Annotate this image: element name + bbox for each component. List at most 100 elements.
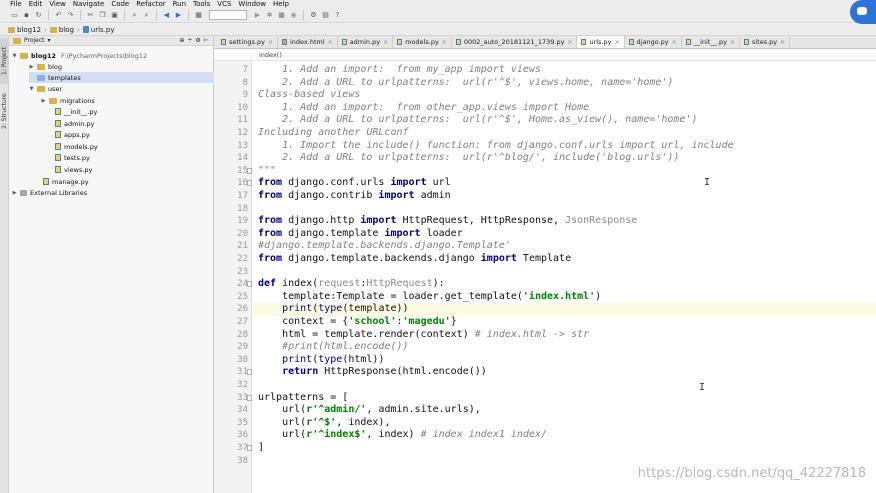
chevron-right-icon[interactable]: ▶ xyxy=(12,190,17,196)
code-line[interactable]: 11 2. Add a URL to urlpatterns: url(r'^$… xyxy=(237,114,876,127)
code-line[interactable]: 22 from django.template.backends.django i… xyxy=(237,253,876,266)
fold-marker-icon[interactable] xyxy=(247,167,252,174)
code-line[interactable]: 18 xyxy=(237,203,876,216)
sync-icon[interactable]: ↻ xyxy=(34,11,43,20)
close-icon[interactable]: × xyxy=(268,39,273,46)
code-line[interactable]: 7 1. Add an import: from my_app import v… xyxy=(243,64,876,77)
code-line[interactable]: 17 from django.contrib import admin xyxy=(237,190,876,203)
stop-icon[interactable]: ■ xyxy=(277,11,286,20)
tree-item-migrations[interactable]: ▶ migrations xyxy=(41,95,95,106)
close-icon[interactable]: × xyxy=(614,39,619,46)
fold-marker-icon[interactable] xyxy=(247,281,252,288)
fold-marker-icon[interactable] xyxy=(247,394,252,401)
tree-item-apps[interactable]: apps.py xyxy=(55,129,90,140)
code-line[interactable]: 28 html = template.render(context) # ind… xyxy=(237,329,876,342)
menu-navigate[interactable]: Navigate xyxy=(73,0,104,8)
tree-item-blog[interactable]: ▶ blog xyxy=(29,61,62,72)
close-icon[interactable]: × xyxy=(730,39,735,46)
chevron-down-icon[interactable]: ▼ xyxy=(29,86,34,92)
project-tool-tab[interactable]: 1: Project xyxy=(0,38,9,84)
tree-item-models[interactable]: models.py xyxy=(55,141,98,152)
back-icon[interactable]: ◀ xyxy=(162,11,171,20)
cut-icon[interactable]: ✂ xyxy=(86,11,95,20)
tab-sites[interactable]: sites.py × xyxy=(740,36,791,48)
chevron-down-icon[interactable]: ▾ xyxy=(48,37,51,44)
editor-breadcrumb[interactable]: index() xyxy=(214,49,876,61)
close-icon[interactable]: × xyxy=(328,39,333,46)
run-configuration-select[interactable] xyxy=(209,10,247,20)
code-line[interactable]: 10 1. Add an import: from other_app.view… xyxy=(237,102,876,115)
menu-edit[interactable]: Edit xyxy=(29,0,43,8)
code-line[interactable]: 14 2. Add a URL to urlpatterns: url(r'^b… xyxy=(237,152,876,165)
close-icon[interactable]: × xyxy=(567,39,572,46)
code-line[interactable]: 9 Class-based views xyxy=(243,89,876,102)
tab-models[interactable]: models.py × xyxy=(393,36,452,48)
tree-item-tests[interactable]: tests.py xyxy=(55,152,90,163)
paste-icon[interactable]: ▣ xyxy=(110,11,119,20)
collapse-icon[interactable]: ÷ xyxy=(187,37,192,44)
breadcrumb-folder[interactable]: blog xyxy=(49,26,74,34)
code-line[interactable]: 34 url(r'^admin/', admin.site.urls), xyxy=(237,404,876,417)
tab-migration[interactable]: 0002_auto_20181121_1739.py × xyxy=(452,36,578,48)
run-icon[interactable]: ▶ xyxy=(253,11,262,20)
fold-marker-icon[interactable] xyxy=(247,445,252,451)
find-icon[interactable]: ⌕ xyxy=(130,11,139,20)
structure-icon[interactable]: ▤ xyxy=(321,11,330,20)
close-icon[interactable]: × xyxy=(383,39,388,46)
menu-window[interactable]: Window xyxy=(238,0,266,8)
code-line[interactable]: 30 print(type(html)) xyxy=(237,354,876,367)
tab-settings[interactable]: settings.py × xyxy=(217,36,278,48)
code-area[interactable]: 7 1. Add an import: from my_app import v… xyxy=(237,61,876,493)
tree-item-external-libraries[interactable]: ▶ External Libraries xyxy=(12,187,88,198)
tab-urls[interactable]: urls.py × xyxy=(577,36,625,48)
code-line[interactable]: 32 xyxy=(237,379,876,392)
code-line[interactable]: 23 xyxy=(237,266,876,279)
code-line[interactable]: 13 1. Import the include() function: fro… xyxy=(237,140,876,153)
breadcrumb-project[interactable]: blog12 xyxy=(8,26,41,34)
code-line[interactable]: 8 2. Add a URL to urlpatterns: url(r'^$'… xyxy=(243,77,876,90)
tree-item-admin[interactable]: admin.py xyxy=(55,118,94,129)
tree-root[interactable]: ▼ blog12 F:\PycharmProjects\blog12 xyxy=(12,50,148,61)
tab-django[interactable]: django.py × xyxy=(625,36,682,48)
menu-view[interactable]: View xyxy=(49,0,66,8)
structure-tool-tab[interactable]: 2: Structure xyxy=(0,88,9,134)
chevron-down-icon[interactable]: ▼ xyxy=(12,53,17,59)
close-icon[interactable]: × xyxy=(672,39,677,46)
code-line[interactable]: 35 url(r'^$', index), xyxy=(237,417,876,430)
tree-item-manage[interactable]: manage.py xyxy=(43,176,89,187)
chevron-right-icon[interactable]: ▶ xyxy=(29,64,34,70)
sync-icon[interactable]: ⊕ xyxy=(179,37,184,44)
forward-icon[interactable]: ▶ xyxy=(174,11,183,20)
save-icon[interactable]: ▪ xyxy=(22,11,31,20)
code-line[interactable]: 24 def index(request:HttpRequest): xyxy=(237,278,876,291)
project-view-select[interactable]: Project xyxy=(24,37,45,44)
code-line[interactable]: 12 Including another URLconf xyxy=(237,127,876,140)
code-line[interactable]: 26 print(type(template)) xyxy=(237,303,876,316)
code-editor[interactable]: 7 1. Add an import: from my_app import v… xyxy=(214,61,876,493)
code-line[interactable]: 33 urlpatterns = [ xyxy=(237,392,876,405)
code-line[interactable]: 15 """ xyxy=(237,165,876,178)
hide-icon[interactable]: ⊢ xyxy=(204,37,209,44)
menu-refactor[interactable]: Refactor xyxy=(136,0,165,8)
menu-file[interactable]: File xyxy=(10,0,22,8)
copy-icon[interactable]: ❐ xyxy=(98,11,107,20)
undo-icon[interactable]: ↶ xyxy=(54,11,63,20)
menu-help[interactable]: Help xyxy=(273,0,289,8)
coverage-icon[interactable]: ◉ xyxy=(289,11,298,20)
code-line[interactable]: 37] xyxy=(237,442,876,455)
code-line[interactable]: 21 #django.template.backends.django.Templ… xyxy=(237,240,876,253)
replace-icon[interactable]: ⌕ xyxy=(142,11,151,20)
tree-item-init[interactable]: __init__.py xyxy=(55,106,97,117)
code-line[interactable]: 36 url(r'^index$', index) # index index1… xyxy=(237,429,876,442)
gear-icon[interactable]: ⚙ xyxy=(195,37,200,44)
code-line[interactable]: 20 from django.template import loader xyxy=(237,228,876,241)
code-line[interactable]: 16 from django.conf.urls import url xyxy=(237,177,876,190)
code-line[interactable]: 25 template:Template = loader.get_templa… xyxy=(237,291,876,304)
build-icon[interactable]: ▦ xyxy=(194,11,203,20)
tree-item-templates[interactable]: templates xyxy=(29,72,214,83)
help-icon[interactable]: ? xyxy=(333,11,342,20)
open-folder-icon[interactable]: ▭ xyxy=(10,11,19,20)
fold-marker-icon[interactable] xyxy=(247,180,252,187)
breadcrumb-file[interactable]: urls.py xyxy=(82,26,115,34)
menu-code[interactable]: Code xyxy=(111,0,129,8)
